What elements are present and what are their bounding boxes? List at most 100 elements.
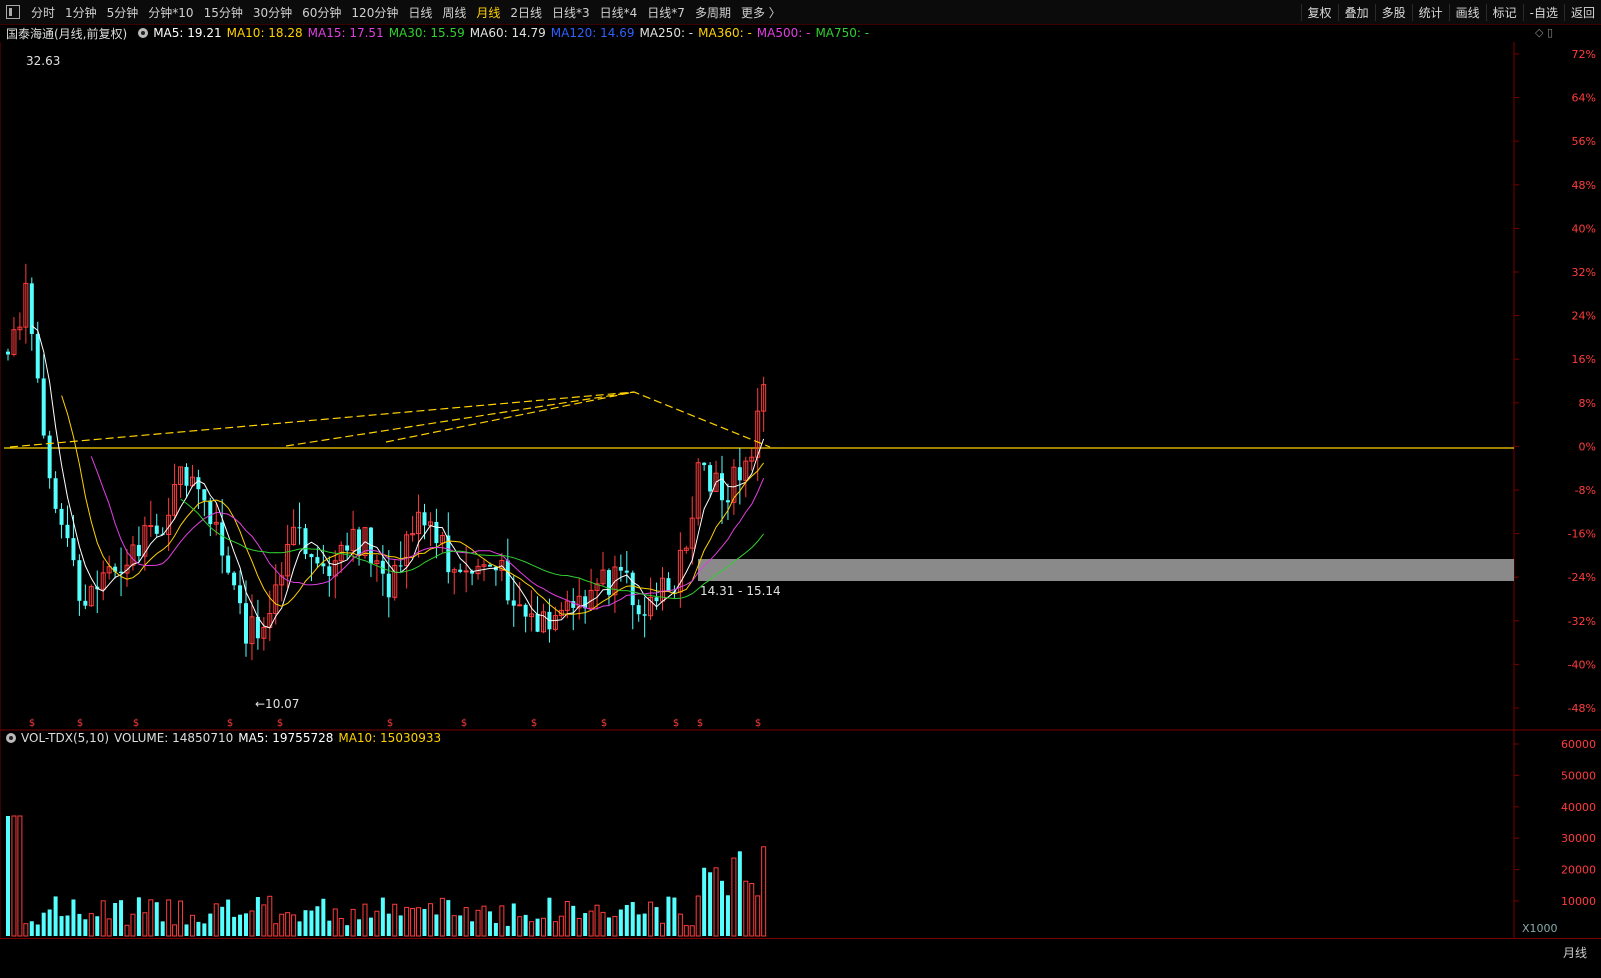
tool-button-7[interactable]: 返回 xyxy=(1563,3,1601,21)
candle-body-down xyxy=(583,596,588,609)
volume-bar-up xyxy=(761,846,767,937)
period-tab-8[interactable]: 日线 xyxy=(403,4,437,21)
volume-bar-up xyxy=(404,906,410,937)
volume-bar-down xyxy=(493,923,498,936)
main-chart-info: 国泰海通(月线,前复权) MA5: 19.21 MA10: 18.28 MA15: … xyxy=(0,24,879,42)
volume-bar-up xyxy=(439,897,445,937)
volume-bar-up xyxy=(261,904,267,937)
volume-bar-down xyxy=(309,910,314,936)
volume-bar-down xyxy=(208,913,213,936)
ma-legend-item-1: MA10: 18.28 xyxy=(226,26,303,40)
volume-bar-down xyxy=(523,914,528,936)
volume-bar-down xyxy=(345,925,350,936)
price-axis-label: 8% xyxy=(1579,397,1596,410)
volume-settings-gear-icon[interactable] xyxy=(6,733,16,743)
volume-bar-down xyxy=(35,924,40,936)
volume-bar-up xyxy=(100,900,106,937)
event-marker-icon: $ xyxy=(133,718,139,729)
volume-bar-up xyxy=(743,880,749,937)
event-marker-icon: $ xyxy=(227,718,233,729)
candle-body-down xyxy=(618,567,623,571)
volume-bar-up xyxy=(332,908,338,937)
candle-body-down xyxy=(654,597,659,602)
candle-body-down xyxy=(327,566,332,576)
period-tab-10[interactable]: 月线 xyxy=(471,4,505,21)
period-tab-1[interactable]: 1分钟 xyxy=(60,4,102,21)
time-axis-bar xyxy=(0,938,1601,978)
period-tab-0[interactable]: 分时 xyxy=(26,4,60,21)
candle-body-down xyxy=(357,529,362,556)
volume-bar-down xyxy=(725,895,730,936)
volume-bar-up xyxy=(558,915,564,937)
volume-ma10: MA10: 15030933 xyxy=(338,731,442,745)
price-axis-label: -32% xyxy=(1568,615,1596,628)
volume-bar-up xyxy=(600,911,606,937)
period-tab-13[interactable]: 日线*4 xyxy=(595,4,643,21)
candle-body-down xyxy=(65,524,70,539)
volume-bar-down xyxy=(71,899,76,936)
tool-button-0[interactable]: 复权 xyxy=(1300,3,1338,21)
period-tab-7[interactable]: 120分钟 xyxy=(346,4,403,21)
kline-chart[interactable]: 72% 64% 56% 48% 40% 32% 24% 16% 8% 0% -8% -16% -24% -… xyxy=(0,42,1601,938)
tool-button-6[interactable]: -自选 xyxy=(1522,3,1564,21)
candle-body-down xyxy=(232,572,237,586)
volume-bar-down xyxy=(65,915,70,936)
period-tab-12[interactable]: 日线*3 xyxy=(547,4,595,21)
volume-bar-up xyxy=(588,910,594,937)
settings-gear-icon[interactable] xyxy=(138,28,149,38)
price-axis-label: -24% xyxy=(1568,571,1596,584)
ma-legend-item-2: MA15: 17.51 xyxy=(307,26,384,40)
volume-bar-down xyxy=(83,919,88,936)
candle-body-down xyxy=(238,585,243,604)
volume-bar-up xyxy=(410,907,416,937)
volume-bar-up xyxy=(755,895,761,937)
volume-bar-up xyxy=(374,910,380,937)
volume-bar-down xyxy=(636,914,641,936)
tool-button-4[interactable]: 画线 xyxy=(1448,3,1486,21)
period-tab-16[interactable]: 更多 〉 xyxy=(736,4,786,21)
candle-body-down xyxy=(708,465,713,492)
tool-button-5[interactable]: 标记 xyxy=(1485,3,1523,21)
candle-body-down xyxy=(487,564,492,567)
volume-bar-up xyxy=(475,909,481,937)
volume-bar-down xyxy=(59,916,64,936)
volume-bar-up xyxy=(338,917,344,937)
tool-button-2[interactable]: 多股 xyxy=(1374,3,1412,21)
period-tab-2[interactable]: 5分钟 xyxy=(102,4,144,21)
volume-bar-up xyxy=(427,903,433,937)
volume-bar-up xyxy=(576,917,582,937)
candle-body-down xyxy=(226,555,231,573)
tool-button-1[interactable]: 叠加 xyxy=(1337,3,1375,21)
period-indicator[interactable]: 月线 xyxy=(1563,944,1587,961)
period-tab-3[interactable]: 分钟*10 xyxy=(143,4,198,21)
tool-button-3[interactable]: 统计 xyxy=(1411,3,1449,21)
volume-bar-down xyxy=(6,816,10,936)
volume-bar-down xyxy=(666,896,671,936)
price-axis-label: 48% xyxy=(1572,179,1596,192)
period-tab-5[interactable]: 30分钟 xyxy=(248,4,297,21)
volume-bar-down xyxy=(303,910,308,936)
support-zone-label: 14.31 - 15.14 xyxy=(700,584,781,598)
chart-toggle-icon[interactable]: ◇ ▯ xyxy=(1535,26,1553,39)
period-tab-14[interactable]: 日线*7 xyxy=(642,4,690,21)
app-logo-icon[interactable] xyxy=(6,5,20,19)
volume-bar-up xyxy=(362,903,368,937)
event-marker-icon: $ xyxy=(673,718,679,729)
volume-bar-up xyxy=(279,913,285,937)
candle-body-down xyxy=(196,477,201,490)
period-tab-4[interactable]: 15分钟 xyxy=(199,4,248,21)
candle-body-down xyxy=(642,614,647,616)
volume-bar-up xyxy=(648,901,654,937)
period-tab-6[interactable]: 60分钟 xyxy=(297,4,346,21)
period-tab-15[interactable]: 多周期 xyxy=(690,4,736,21)
period-tab-9[interactable]: 周线 xyxy=(437,4,471,21)
volume-bar-down xyxy=(357,919,362,936)
volume-bar-down xyxy=(380,897,385,936)
volume-bar-down xyxy=(113,903,118,936)
volume-bar-down xyxy=(458,915,463,936)
period-tab-11[interactable]: 2日线 xyxy=(505,4,547,21)
event-marker-icon: $ xyxy=(387,718,393,729)
candle-body-down xyxy=(244,603,248,644)
volume-bar-down xyxy=(720,880,724,936)
candle-body-down xyxy=(345,545,350,551)
